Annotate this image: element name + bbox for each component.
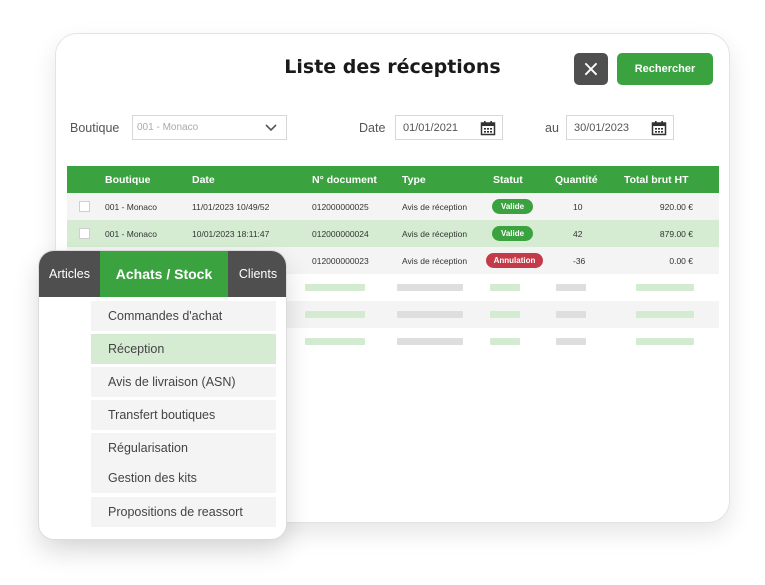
cell-type: Avis de réception xyxy=(402,256,468,266)
calendar-icon[interactable] xyxy=(480,120,496,136)
col-statut[interactable]: Statut xyxy=(493,174,523,186)
menu-item-regularisation[interactable]: Régularisation xyxy=(91,433,276,463)
cell-date: 10/01/2023 18:11:47 xyxy=(192,229,270,239)
col-document[interactable]: N° document xyxy=(312,174,377,186)
placeholder-bar xyxy=(397,338,463,345)
table-header: Boutique Date N° document Type Statut Qu… xyxy=(67,166,719,193)
date-from-value: 01/01/2021 xyxy=(403,121,459,134)
placeholder-bar xyxy=(305,284,365,291)
col-quantite[interactable]: Quantité xyxy=(555,174,598,186)
placeholder-bar xyxy=(490,311,520,318)
cell-type: Avis de réception xyxy=(402,202,468,212)
placeholder-bar xyxy=(305,311,365,318)
close-button[interactable]: × xyxy=(574,53,608,85)
nav-tabs: Articles Achats / Stock Clients xyxy=(39,251,286,297)
status-badge: Valide xyxy=(492,199,533,214)
calendar-icon[interactable] xyxy=(651,120,667,136)
cell-document: 012000000025 xyxy=(312,202,369,212)
col-date[interactable]: Date xyxy=(192,174,215,186)
placeholder-bar xyxy=(636,338,694,345)
table-row[interactable]: 001 - Monaco 10/01/2023 18:11:47 0120000… xyxy=(67,220,719,247)
placeholder-bar xyxy=(397,311,463,318)
placeholder-bar xyxy=(556,311,586,318)
placeholder-bar xyxy=(556,284,586,291)
col-total[interactable]: Total brut HT xyxy=(624,174,689,186)
row-checkbox[interactable] xyxy=(79,228,90,239)
col-type[interactable]: Type xyxy=(402,174,426,186)
boutique-select[interactable]: 001 - Monaco xyxy=(132,115,287,140)
cell-total: 0.00 € xyxy=(669,256,693,266)
menu-item-commandes-achat[interactable]: Commandes d'achat xyxy=(91,301,276,331)
date-from-field[interactable]: 01/01/2021 xyxy=(395,115,503,140)
cell-total: 879.00 € xyxy=(659,229,693,239)
boutique-select-value: 001 - Monaco xyxy=(137,122,199,133)
placeholder-bar xyxy=(490,338,520,345)
placeholder-bar xyxy=(636,284,694,291)
menu-item-avis-livraison[interactable]: Avis de livraison (ASN) xyxy=(91,367,276,397)
status-badge: Annulation xyxy=(486,253,543,268)
placeholder-bar xyxy=(636,311,694,318)
placeholder-bar xyxy=(397,284,463,291)
table-row[interactable]: 001 - Monaco 11/01/2023 10/49/52 0120000… xyxy=(67,193,719,220)
placeholder-bar xyxy=(305,338,365,345)
cell-quantite: 10 xyxy=(573,202,583,212)
cell-total: 920.00 € xyxy=(659,202,693,212)
cell-date: 11/01/2023 10/49/52 xyxy=(192,202,270,212)
date-to-value: 30/01/2023 xyxy=(574,121,630,134)
date-to-field[interactable]: 30/01/2023 xyxy=(566,115,674,140)
menu-item-transfert-boutiques[interactable]: Transfert boutiques xyxy=(91,400,276,430)
menu-item-gestion-kits[interactable]: Gestion des kits xyxy=(91,463,276,493)
cell-document: 012000000023 xyxy=(312,256,369,266)
col-boutique[interactable]: Boutique xyxy=(105,174,151,186)
row-checkbox[interactable] xyxy=(79,201,90,212)
date-label: Date xyxy=(359,121,386,135)
placeholder-bar xyxy=(490,284,520,291)
tab-clients[interactable]: Clients xyxy=(228,251,286,297)
status-badge: Valide xyxy=(492,226,533,241)
au-label: au xyxy=(545,121,559,135)
menu-item-propositions-reassort[interactable]: Propositions de reassort xyxy=(91,497,276,527)
cell-boutique: 001 - Monaco xyxy=(105,202,157,212)
chevron-down-icon xyxy=(265,124,277,132)
navigation-panel: Articles Achats / Stock Clients Commande… xyxy=(38,250,287,540)
boutique-label: Boutique xyxy=(70,121,120,135)
search-button[interactable]: Rechercher xyxy=(617,53,713,85)
cell-quantite: 42 xyxy=(573,229,583,239)
cell-boutique: 001 - Monaco xyxy=(105,229,157,239)
close-icon: × xyxy=(581,56,601,82)
tab-articles[interactable]: Articles xyxy=(39,251,100,297)
placeholder-bar xyxy=(556,338,586,345)
tab-achats-stock[interactable]: Achats / Stock xyxy=(100,251,228,297)
cell-type: Avis de réception xyxy=(402,229,468,239)
cell-document: 012000000024 xyxy=(312,229,369,239)
cell-quantite: -36 xyxy=(573,256,586,266)
menu-item-reception[interactable]: Réception xyxy=(91,334,276,364)
